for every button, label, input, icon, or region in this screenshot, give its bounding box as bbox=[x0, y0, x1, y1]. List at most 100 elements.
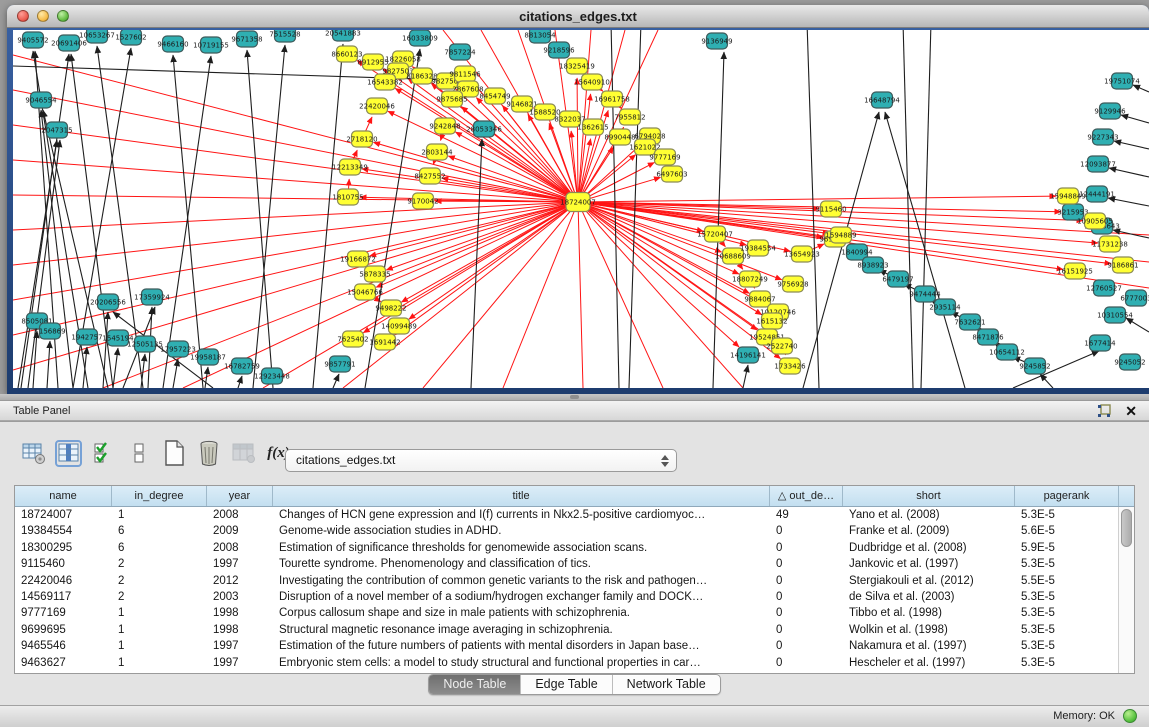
graph-node-label: 17957223 bbox=[160, 345, 196, 353]
graph-node-label: 9884067 bbox=[744, 295, 775, 303]
cell-pagerank: 5.3E-5 bbox=[1015, 638, 1119, 654]
graph-node-label: 8322037 bbox=[554, 115, 585, 123]
graph-edge bbox=[1133, 85, 1149, 92]
cell-out_de: 0 bbox=[770, 638, 843, 654]
graph-node-label: 15640910 bbox=[574, 78, 610, 86]
graph-node-label: 18226058 bbox=[385, 55, 421, 63]
cell-name: 19384554 bbox=[15, 523, 112, 539]
cell-year: 1998 bbox=[207, 622, 273, 638]
network-canvas[interactable]: 9405572206914061065326715276029466160107… bbox=[13, 30, 1149, 388]
graph-edge bbox=[578, 196, 1056, 202]
graph-node-label: 1615132 bbox=[756, 317, 787, 325]
cell-title: Estimation of significance thresholds fo… bbox=[273, 540, 770, 556]
column-header-name[interactable]: name bbox=[15, 486, 112, 506]
graph-node-label: 1362615 bbox=[577, 123, 608, 131]
graph-node-label: 9170042 bbox=[407, 197, 438, 205]
graph-node-label: 8454749 bbox=[479, 92, 510, 100]
column-header-pagerank[interactable]: pagerank bbox=[1015, 486, 1119, 506]
cell-year: 2008 bbox=[207, 540, 273, 556]
close-panel-icon[interactable]: ✕ bbox=[1125, 403, 1137, 419]
scrollbar-thumb[interactable] bbox=[1121, 509, 1132, 547]
table-panel-title: Table Panel bbox=[13, 405, 71, 417]
graph-node-label: 17359924 bbox=[134, 293, 170, 301]
column-header-year[interactable]: year bbox=[207, 486, 273, 506]
graph-node-label: 2047315 bbox=[41, 126, 72, 134]
graph-edge bbox=[333, 374, 339, 388]
cell-name: 18724007 bbox=[15, 507, 112, 523]
graph-node-label: 9136949 bbox=[701, 37, 732, 45]
graph-node-label: 19958187 bbox=[190, 353, 226, 361]
table-row[interactable]: 977716911998Corpus callosum shape and si… bbox=[15, 605, 1134, 621]
select-all-button[interactable] bbox=[90, 440, 117, 467]
tab-edge-table[interactable]: Edge Table bbox=[520, 675, 611, 694]
cell-year: 1997 bbox=[207, 655, 273, 671]
cell-short: Dudbridge et al. (2008) bbox=[843, 540, 1015, 556]
cell-in_degree: 2 bbox=[112, 573, 207, 589]
table-row[interactable]: 1938455462009Genome-wide association stu… bbox=[15, 523, 1134, 539]
graph-node-label: 20206556 bbox=[90, 298, 126, 306]
show-columns-button[interactable] bbox=[55, 440, 82, 467]
table-panel-header: Table Panel ✕ bbox=[0, 400, 1149, 421]
column-header-out_de[interactable]: △ out_de… bbox=[770, 486, 843, 506]
column-header-short[interactable]: short bbox=[843, 486, 1015, 506]
graph-node-label: 6479197 bbox=[882, 275, 913, 283]
delete-columns-button[interactable] bbox=[195, 440, 222, 467]
column-header-title[interactable]: title bbox=[273, 486, 770, 506]
status-bar: Memory: OK bbox=[0, 705, 1149, 727]
window-titlebar[interactable]: citations_edges.txt bbox=[7, 5, 1149, 28]
tab-node-table[interactable]: Node Table bbox=[429, 675, 520, 694]
graph-node-label: 9218596 bbox=[543, 46, 575, 54]
cell-short: Stergiakouli et al. (2012) bbox=[843, 573, 1015, 589]
cell-year: 2003 bbox=[207, 589, 273, 605]
graph-node-label: 9466160 bbox=[157, 40, 188, 48]
table-panel-body: f(x) citations_edges.txt namein_degreeye… bbox=[0, 422, 1149, 705]
table-row[interactable]: 2242004622012Investigating the contribut… bbox=[15, 573, 1134, 589]
graph-node-label: 8471876 bbox=[972, 333, 1004, 341]
graph-edge bbox=[1114, 141, 1149, 149]
table-selector-dropdown[interactable]: citations_edges.txt bbox=[285, 449, 677, 472]
graph-node-label: 12760527 bbox=[1086, 284, 1122, 292]
import-table-button[interactable] bbox=[230, 440, 257, 467]
cell-pagerank: 5.3E-5 bbox=[1015, 605, 1119, 621]
graph-node-label: 12505135 bbox=[127, 340, 163, 348]
new-column-button[interactable] bbox=[160, 440, 187, 467]
table-row[interactable]: 911546021997Tourette syndrome. Phenomeno… bbox=[15, 556, 1134, 572]
table-row[interactable]: 1872400712008Changes of HCN gene express… bbox=[15, 507, 1134, 523]
cell-pagerank: 5.3E-5 bbox=[1015, 507, 1119, 523]
table-scrollbar[interactable] bbox=[1118, 507, 1134, 673]
graph-node-label: 6777003 bbox=[1120, 294, 1149, 302]
graph-node-label: 9245052 bbox=[1114, 358, 1145, 366]
graph-node-label: 2718120 bbox=[346, 135, 377, 143]
table-row[interactable]: 969969511998Structural magnetic resonanc… bbox=[15, 622, 1134, 638]
graph-node-label: 9046554 bbox=[25, 96, 57, 104]
cell-short: Wolkin et al. (1998) bbox=[843, 622, 1015, 638]
cell-name: 9777169 bbox=[15, 605, 112, 621]
table-row[interactable]: 946554611997Estimation of the future num… bbox=[15, 638, 1134, 654]
graph-edge bbox=[395, 202, 578, 335]
graph-node-label: 12923448 bbox=[254, 372, 290, 380]
graph-node-label: 7515528 bbox=[269, 30, 300, 38]
deselect-all-button[interactable] bbox=[125, 440, 152, 467]
graph-node-label: 16648794 bbox=[864, 96, 900, 104]
tab-network-table[interactable]: Network Table bbox=[612, 675, 720, 694]
graph-node-label: 18325419 bbox=[559, 62, 595, 70]
graph-node-label: 10653267 bbox=[79, 31, 115, 39]
cell-short: Tibbo et al. (1998) bbox=[843, 605, 1015, 621]
cell-pagerank: 5.3E-5 bbox=[1015, 622, 1119, 638]
graph-node-label: 15720407 bbox=[697, 230, 733, 238]
cell-out_de: 0 bbox=[770, 589, 843, 605]
float-panel-icon[interactable] bbox=[1097, 404, 1111, 418]
table-row[interactable]: 1456911722003Disruption of a novel membe… bbox=[15, 589, 1134, 605]
graph-edge bbox=[13, 202, 578, 265]
cell-in_degree: 2 bbox=[112, 556, 207, 572]
graph-node-label: 8660123 bbox=[331, 50, 362, 58]
splitter-grip-icon[interactable] bbox=[570, 395, 579, 399]
cell-title: Genome-wide association studies in ADHD. bbox=[273, 523, 770, 539]
column-header-in_degree[interactable]: in_degree bbox=[112, 486, 207, 506]
graph-node-label: 12093877 bbox=[1080, 160, 1116, 168]
table-mode-button[interactable] bbox=[20, 440, 47, 467]
table-row[interactable]: 946362711997Embryonic stem cells: a mode… bbox=[15, 655, 1134, 671]
table-row[interactable]: 1830029562008Estimation of significance … bbox=[15, 540, 1134, 556]
graph-node-label: 7857224 bbox=[444, 48, 476, 56]
graph-node-label: 19384554 bbox=[740, 244, 776, 252]
